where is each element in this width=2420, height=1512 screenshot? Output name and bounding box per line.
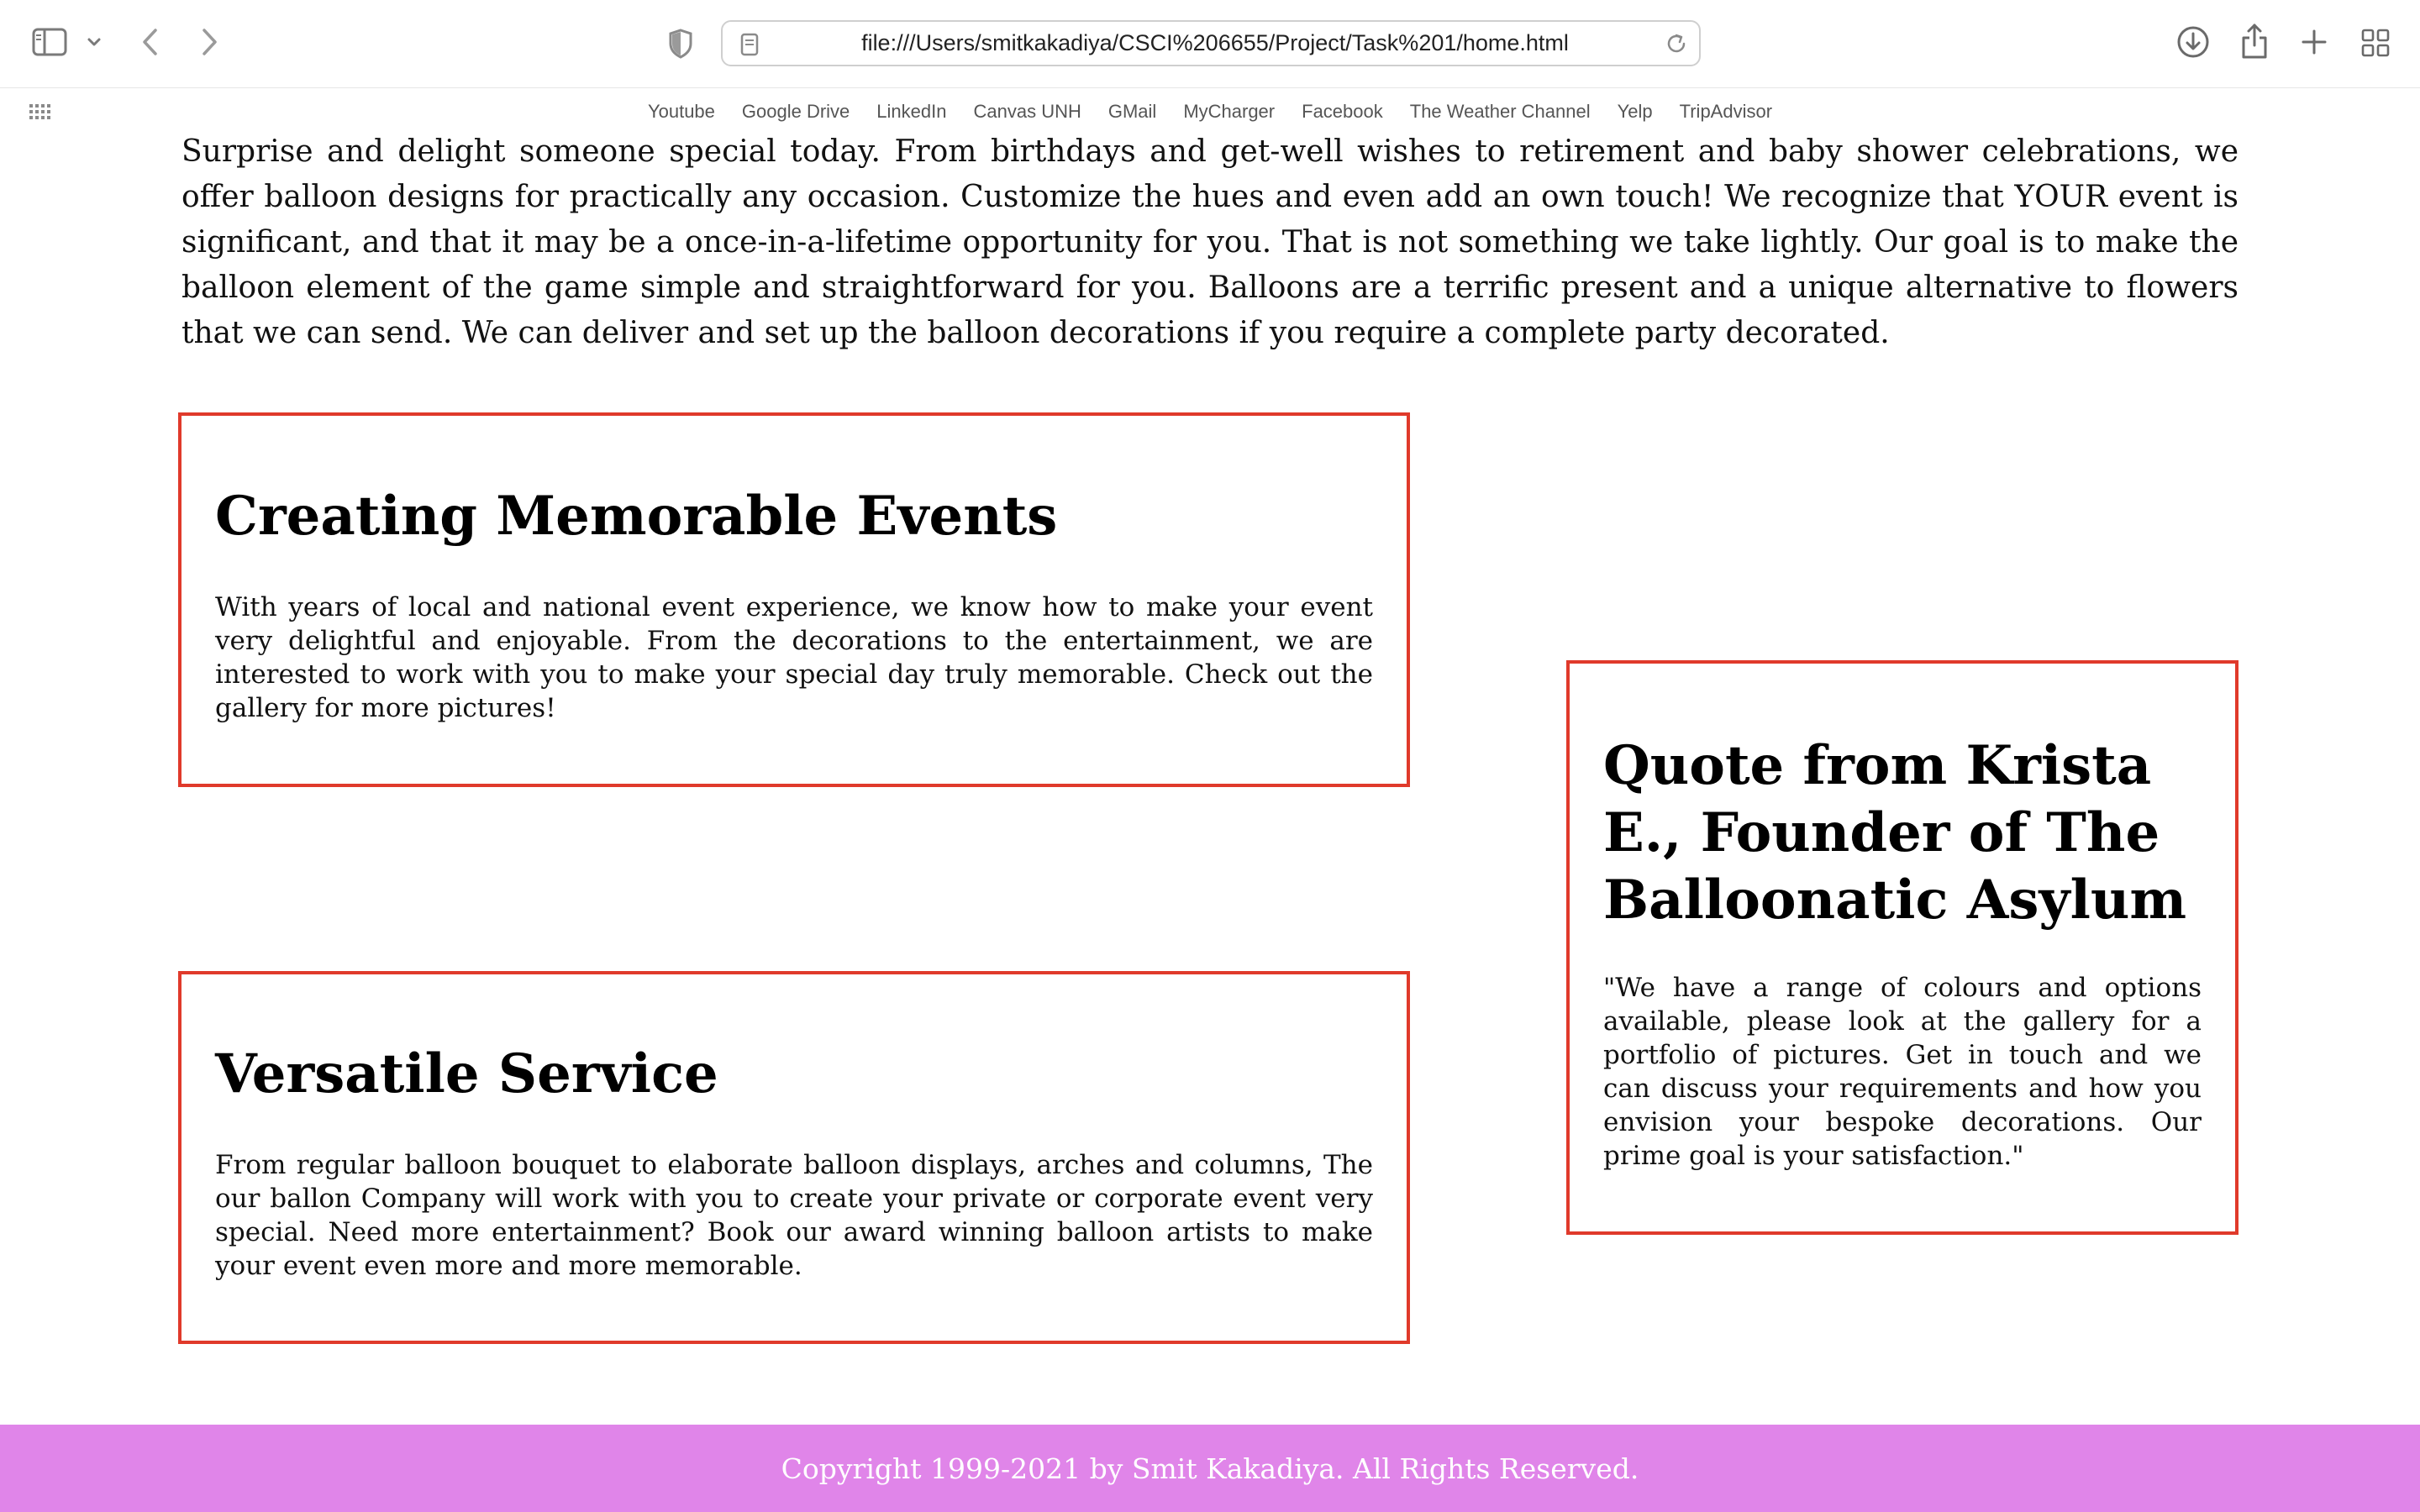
chevron-down-icon[interactable] bbox=[84, 30, 104, 54]
plus-icon[interactable] bbox=[2297, 25, 2331, 59]
chevron-right-icon[interactable] bbox=[195, 24, 224, 60]
favorites-bar: Youtube Google Drive LinkedIn Canvas UNH… bbox=[0, 87, 2420, 134]
tab-grid-icon[interactable] bbox=[2360, 27, 2391, 59]
footer-copyright: Copyright 1999-2021 by Smit Kakadiya. Al… bbox=[781, 1452, 1639, 1485]
favorite-tripadvisor[interactable]: TripAdvisor bbox=[1680, 101, 1772, 123]
chevron-left-icon[interactable] bbox=[136, 24, 165, 60]
favorite-weather-channel[interactable]: The Weather Channel bbox=[1410, 101, 1591, 123]
page-footer: Copyright 1999-2021 by Smit Kakadiya. Al… bbox=[0, 1425, 2420, 1512]
service-heading: Versatile Service bbox=[215, 1042, 718, 1105]
favorite-linkedin[interactable]: LinkedIn bbox=[876, 101, 946, 123]
service-box: Versatile Service From regular balloon b… bbox=[178, 971, 1410, 1344]
address-bar[interactable]: file:///Users/smitkakadiya/CSCI%206655/P… bbox=[721, 20, 1701, 66]
shield-icon[interactable] bbox=[664, 25, 697, 62]
page-icon bbox=[738, 32, 761, 57]
quote-heading: Quote from Krista E., Founder of The Bal… bbox=[1603, 734, 2187, 932]
service-text: From regular balloon bouquet to elaborat… bbox=[215, 1150, 1373, 1281]
reload-icon[interactable] bbox=[1664, 31, 1689, 56]
share-icon[interactable] bbox=[2237, 20, 2272, 62]
favorite-yelp[interactable]: Yelp bbox=[1618, 101, 1653, 123]
sidebar-icon[interactable] bbox=[30, 25, 69, 59]
favorites-list: Youtube Google Drive LinkedIn Canvas UNH… bbox=[0, 88, 2420, 135]
favorite-google-drive[interactable]: Google Drive bbox=[742, 101, 850, 123]
intro-paragraph: Surprise and delight someone special tod… bbox=[182, 134, 2238, 350]
events-box: Creating Memorable Events With years of … bbox=[178, 412, 1410, 787]
favorite-youtube[interactable]: Youtube bbox=[648, 101, 715, 123]
quote-text: "We have a range of colours and options … bbox=[1603, 973, 2202, 1171]
url-text[interactable]: file:///Users/smitkakadiya/CSCI%206655/P… bbox=[781, 22, 1649, 65]
favorite-facebook[interactable]: Facebook bbox=[1302, 101, 1383, 123]
events-heading: Creating Memorable Events bbox=[215, 485, 1058, 548]
download-icon[interactable] bbox=[2175, 24, 2212, 60]
browser-toolbar: file:///Users/smitkakadiya/CSCI%206655/P… bbox=[0, 0, 2420, 86]
favorite-canvas-unh[interactable]: Canvas UNH bbox=[973, 101, 1081, 123]
favorite-gmail[interactable]: GMail bbox=[1108, 101, 1156, 123]
quote-box: Quote from Krista E., Founder of The Bal… bbox=[1566, 660, 2238, 1235]
favorite-mycharger[interactable]: MyCharger bbox=[1183, 101, 1275, 123]
events-text: With years of local and national event e… bbox=[215, 592, 1373, 723]
